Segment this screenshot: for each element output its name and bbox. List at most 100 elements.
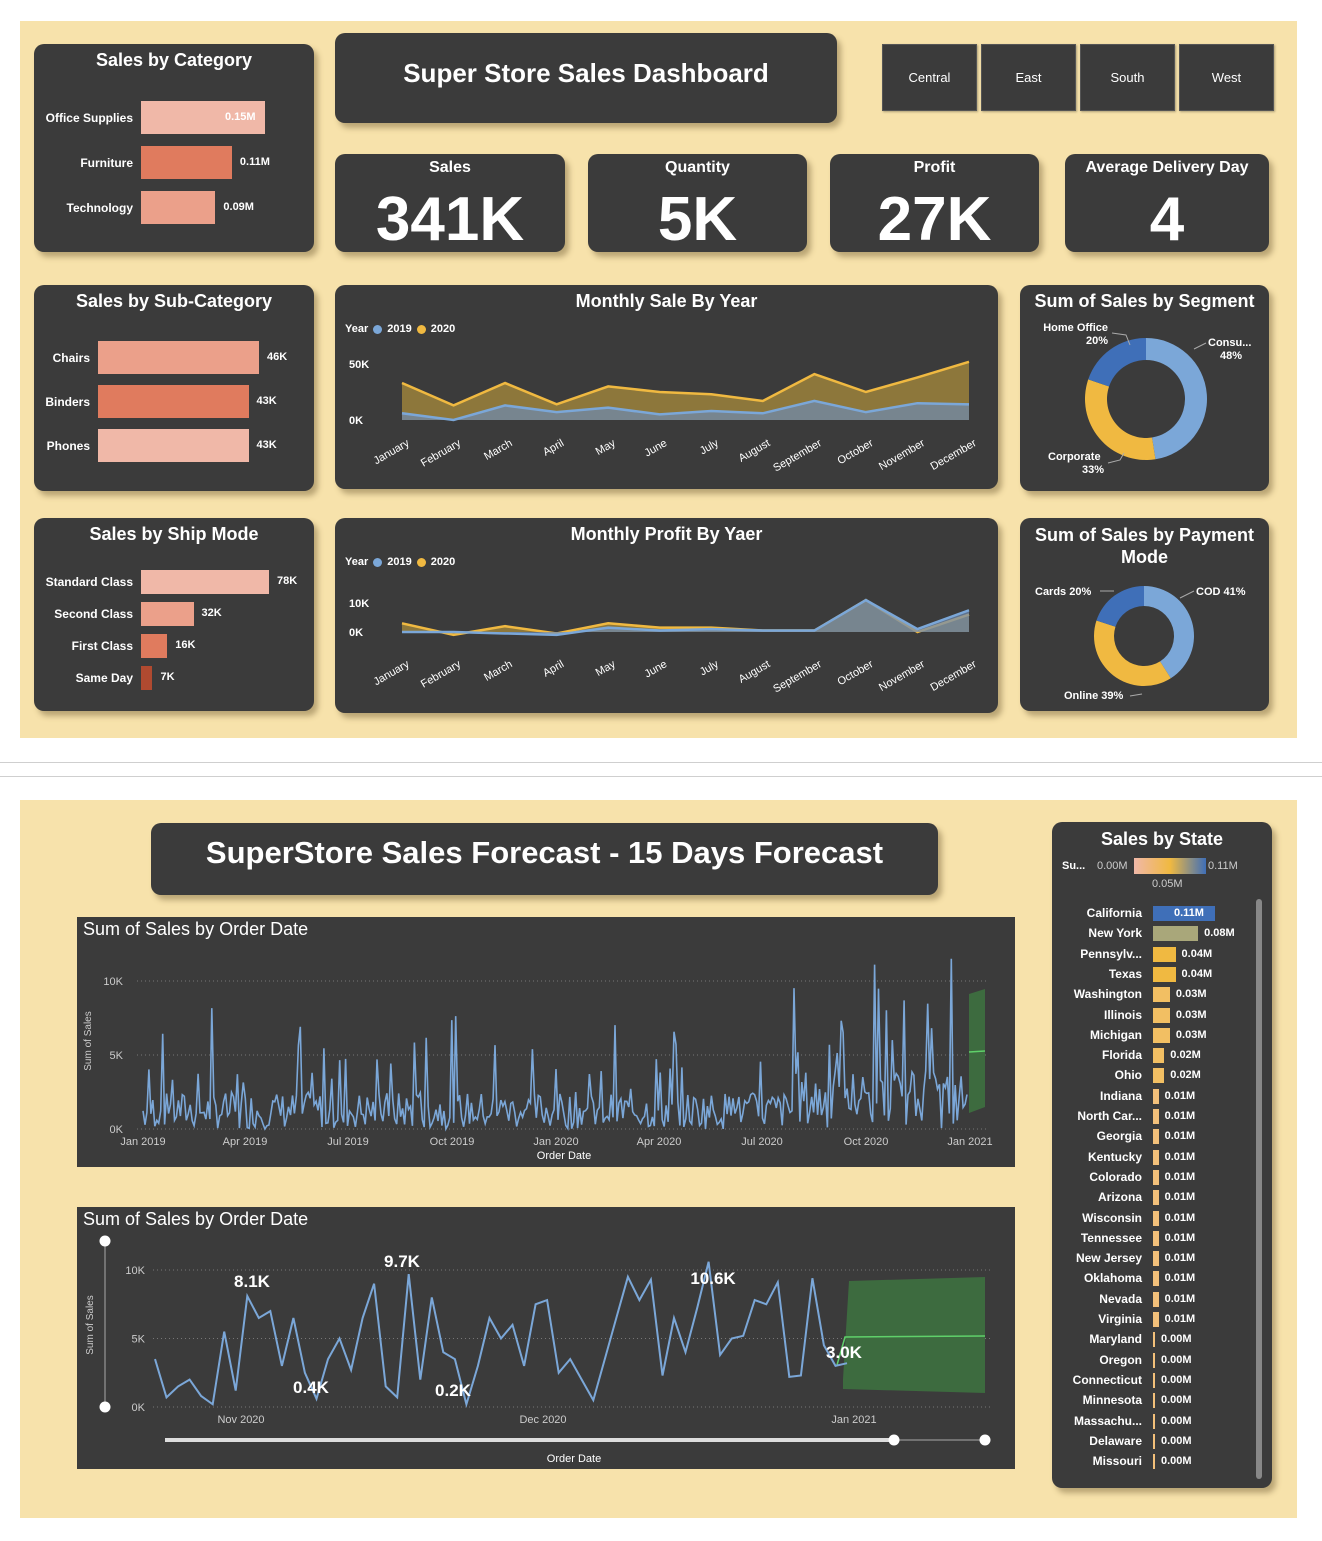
state-row[interactable]: Kentucky 0.01M xyxy=(1052,1148,1252,1168)
state-value: 0.00M xyxy=(1161,1353,1192,1366)
state-bar[interactable] xyxy=(1153,1068,1165,1084)
donut-slice[interactable] xyxy=(1094,620,1171,686)
color-gradient-bar xyxy=(1134,858,1206,874)
scrollbar[interactable] xyxy=(1256,899,1262,1479)
state-bar[interactable] xyxy=(1153,1190,1159,1206)
state-bar[interactable] xyxy=(1153,1007,1170,1023)
state-row[interactable]: Oklahoma 0.01M xyxy=(1052,1269,1252,1289)
state-row[interactable]: Arizona 0.01M xyxy=(1052,1188,1252,1208)
bar[interactable] xyxy=(141,146,232,179)
state-bar[interactable] xyxy=(1153,1312,1159,1327)
state-row[interactable]: Texas 0.04M xyxy=(1052,965,1252,985)
state-bar[interactable] xyxy=(1153,966,1176,982)
bar[interactable] xyxy=(141,570,269,594)
state-bar[interactable] xyxy=(1153,1291,1159,1307)
state-row[interactable]: Wisconsin 0.01M xyxy=(1052,1209,1252,1229)
state-row[interactable]: Delaware 0.00M xyxy=(1052,1432,1252,1452)
monthly-sale-chart: 50K 0K January February March April May June Jul… xyxy=(349,359,979,475)
state-bar[interactable] xyxy=(1153,946,1176,962)
bar-value: 0.09M xyxy=(223,200,254,213)
state-row[interactable]: Georgia 0.01M xyxy=(1052,1127,1252,1147)
bar[interactable] xyxy=(98,385,249,418)
kpi-value: 27K xyxy=(877,185,992,252)
state-bar[interactable] xyxy=(1153,1129,1159,1145)
state-row[interactable]: New Jersey 0.01M xyxy=(1052,1249,1252,1269)
state-value: 0.00M xyxy=(1161,1333,1192,1346)
y-range-slider-handle[interactable] xyxy=(99,1401,111,1413)
state-bar[interactable] xyxy=(1153,1210,1159,1226)
state-row[interactable]: New York 0.08M xyxy=(1052,924,1252,944)
region-button-central[interactable]: Central xyxy=(882,44,977,111)
state-row[interactable]: Nevada 0.01M xyxy=(1052,1290,1252,1310)
sales-line[interactable] xyxy=(142,958,968,1132)
donut-slice[interactable] xyxy=(1096,586,1144,627)
monthly-profit-chart: 10K 0K January February March April May June Jul… xyxy=(349,598,979,696)
x-range-slider-handle[interactable] xyxy=(888,1434,900,1446)
state-bar[interactable] xyxy=(1153,1352,1155,1368)
state-row[interactable]: Pennsylv... 0.04M xyxy=(1052,945,1252,965)
y-tick-label: 0K xyxy=(349,415,363,427)
state-row[interactable]: California 0.11M xyxy=(1052,904,1252,924)
sales-timeseries-chart[interactable]: 10K 5K 0KJan 2019 Apr 2019 Jul 2019 Oct 2019 J… xyxy=(77,917,1015,1167)
state-label: Nevada xyxy=(1099,1291,1142,1306)
state-bar[interactable] xyxy=(1153,1230,1159,1246)
state-bar[interactable] xyxy=(1153,1109,1159,1124)
x-tick-label: Jan 2021 xyxy=(947,1136,992,1148)
state-row[interactable]: Minnesota 0.00M xyxy=(1052,1391,1252,1411)
bar-value: 43K xyxy=(256,394,277,407)
state-bar[interactable] xyxy=(1153,1048,1165,1064)
state-bar[interactable] xyxy=(1153,1271,1159,1287)
state-row[interactable]: North Car... 0.01M xyxy=(1052,1107,1252,1127)
state-row[interactable]: Missouri 0.00M xyxy=(1052,1452,1252,1472)
y-tick-label: 5K xyxy=(132,1334,146,1346)
region-button-west[interactable]: West xyxy=(1179,44,1274,111)
state-bar[interactable] xyxy=(1153,1027,1170,1043)
bar[interactable] xyxy=(98,341,259,374)
region-button-south[interactable]: South xyxy=(1080,44,1175,111)
donut-slice[interactable] xyxy=(1085,379,1156,460)
bar[interactable] xyxy=(141,634,168,658)
sales-by-category-card: Sales by Category Office Supplies 0.15M Fu… xyxy=(34,44,314,252)
bar[interactable] xyxy=(141,666,153,690)
state-bar[interactable] xyxy=(1153,1454,1155,1470)
state-bar[interactable] xyxy=(1153,1393,1155,1409)
state-bar[interactable] xyxy=(1153,1372,1155,1388)
bar[interactable] xyxy=(141,602,194,626)
state-row[interactable]: Washington 0.03M xyxy=(1052,985,1252,1005)
state-row[interactable]: Indiana 0.01M xyxy=(1052,1087,1252,1107)
state-bar[interactable] xyxy=(1153,1169,1159,1185)
state-bar[interactable] xyxy=(1153,1088,1159,1104)
state-row[interactable]: Ohio 0.02M xyxy=(1052,1066,1252,1086)
bar[interactable] xyxy=(98,429,249,462)
donut-slice[interactable] xyxy=(1144,586,1194,679)
state-row[interactable]: Virginia 0.01M xyxy=(1052,1310,1252,1330)
state-bar[interactable] xyxy=(1153,1251,1159,1267)
state-row[interactable]: Florida 0.02M xyxy=(1052,1046,1252,1066)
y-tick-label: 0K xyxy=(132,1402,146,1414)
state-bar[interactable] xyxy=(1153,987,1170,1003)
state-row[interactable]: Colorado 0.01M xyxy=(1052,1168,1252,1188)
y-range-slider-handle[interactable] xyxy=(99,1235,111,1247)
state-row[interactable]: Maryland 0.00M xyxy=(1052,1330,1252,1350)
kpi-label: Sales xyxy=(429,159,471,176)
state-label: Colorado xyxy=(1089,1169,1142,1184)
state-row[interactable]: Massachu... 0.00M xyxy=(1052,1412,1252,1432)
state-row[interactable]: Oregon 0.00M xyxy=(1052,1351,1252,1371)
x-range-slider-handle[interactable] xyxy=(979,1434,991,1446)
state-label: Maryland xyxy=(1089,1332,1142,1347)
bar[interactable] xyxy=(141,191,216,224)
state-row[interactable]: Michigan 0.03M xyxy=(1052,1026,1252,1046)
state-bar[interactable] xyxy=(1153,1413,1155,1429)
state-bar[interactable] xyxy=(1153,1433,1155,1449)
state-label: North Car... xyxy=(1077,1109,1142,1123)
slice-label: 48% xyxy=(1220,350,1242,362)
donut-slice[interactable] xyxy=(1146,338,1207,460)
region-button-east[interactable]: East xyxy=(981,44,1076,111)
state-bar[interactable] xyxy=(1153,926,1199,942)
state-bar[interactable] xyxy=(1153,1149,1159,1165)
state-row[interactable]: Connecticut 0.00M xyxy=(1052,1371,1252,1391)
state-row[interactable]: Illinois 0.03M xyxy=(1052,1006,1252,1026)
state-bar[interactable] xyxy=(1153,1332,1155,1348)
forecast-zoom-chart[interactable]: 10K 5K 0K Nov 2020 Dec 2020 Jan 2021 Order Dat… xyxy=(77,1207,1015,1469)
state-row[interactable]: Tennessee 0.01M xyxy=(1052,1229,1252,1249)
